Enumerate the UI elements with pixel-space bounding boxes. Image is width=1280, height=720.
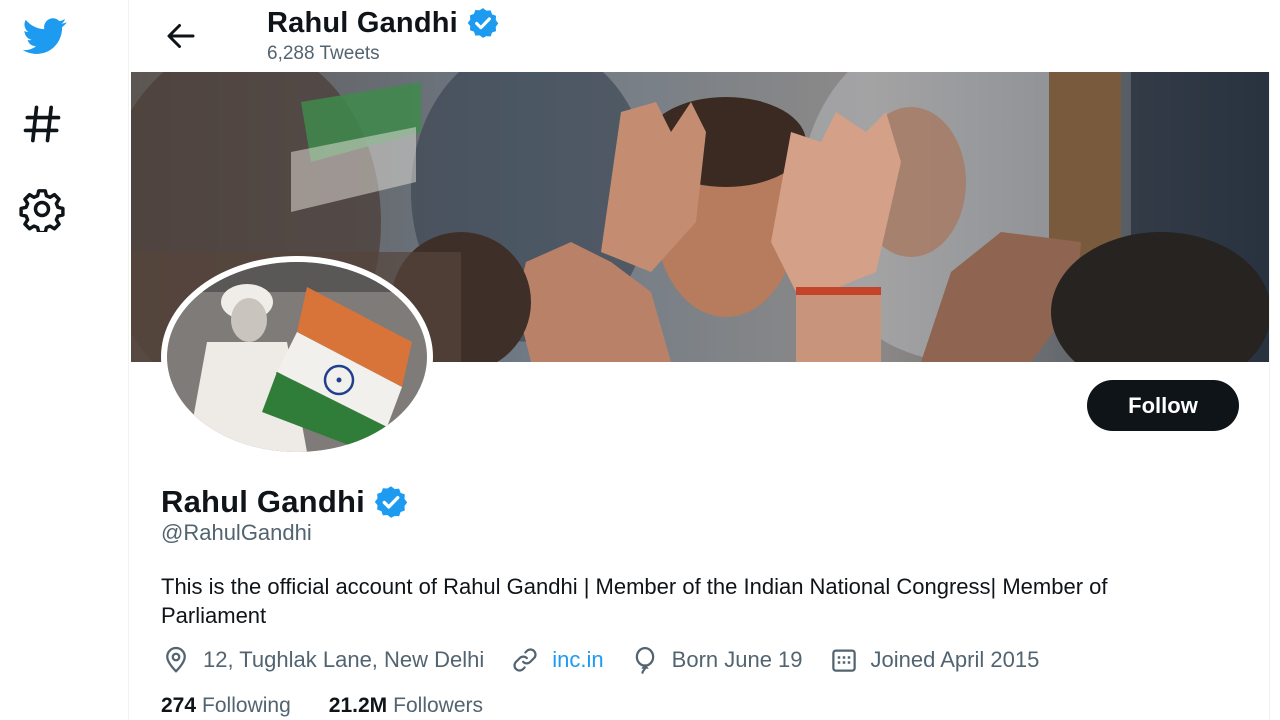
profile-header-bar: Rahul Gandhi 6,288 Tweets — [129, 0, 1271, 72]
profile-handle: @RahulGandhi — [161, 520, 312, 545]
follow-button[interactable]: Follow — [1087, 380, 1239, 431]
header-name-row: Rahul Gandhi — [267, 6, 500, 40]
website-link[interactable]: inc.in — [552, 647, 603, 673]
following-count: 274 — [161, 694, 197, 717]
header-tweet-count: 6,288 Tweets — [267, 43, 380, 64]
birthday-item: Born June 19 — [630, 645, 803, 675]
link-icon — [513, 648, 537, 672]
profile-avatar[interactable] — [161, 256, 433, 458]
hashtag-icon[interactable] — [20, 102, 64, 146]
followers-link[interactable]: 21.2M Followers — [329, 694, 483, 718]
followers-count: 21.2M — [328, 694, 388, 717]
location-pin-icon — [166, 646, 186, 673]
following-link[interactable]: 274 Following — [161, 694, 291, 718]
profile-meta-row: 12, Tughlak Lane, New Delhi inc.in Born … — [161, 645, 1065, 675]
balloon-icon — [635, 647, 654, 674]
left-nav-rail — [0, 0, 128, 720]
joined-item: Joined April 2015 — [829, 645, 1040, 675]
header-name: Rahul Gandhi — [267, 6, 458, 39]
twitter-bird-icon[interactable] — [18, 14, 72, 58]
profile-name: Rahul Gandhi — [161, 484, 365, 519]
verified-badge-icon — [374, 486, 408, 518]
profile-bio: This is the official account of Rahul Ga… — [161, 574, 1108, 628]
back-arrow-icon[interactable] — [163, 18, 199, 54]
birthday-text: Born June 19 — [671, 647, 803, 672]
following-label: Following — [202, 694, 291, 717]
follow-stats-row: 274 Following 21.2M Followers — [161, 694, 521, 718]
location-text: 12, Tughlak Lane, New Delhi — [203, 647, 485, 672]
profile-name-row: Rahul Gandhi — [161, 484, 409, 520]
settings-gear-icon[interactable] — [19, 186, 65, 232]
location-item: 12, Tughlak Lane, New Delhi — [161, 645, 484, 675]
followers-label: Followers — [393, 694, 483, 717]
profile-column: Rahul Gandhi 6,288 Tweets Follow Rahul G… — [128, 0, 1271, 720]
website-item: inc.in — [510, 645, 604, 675]
verified-badge-icon — [467, 8, 499, 38]
joined-text: Joined April 2015 — [870, 647, 1040, 672]
calendar-icon — [831, 649, 856, 672]
